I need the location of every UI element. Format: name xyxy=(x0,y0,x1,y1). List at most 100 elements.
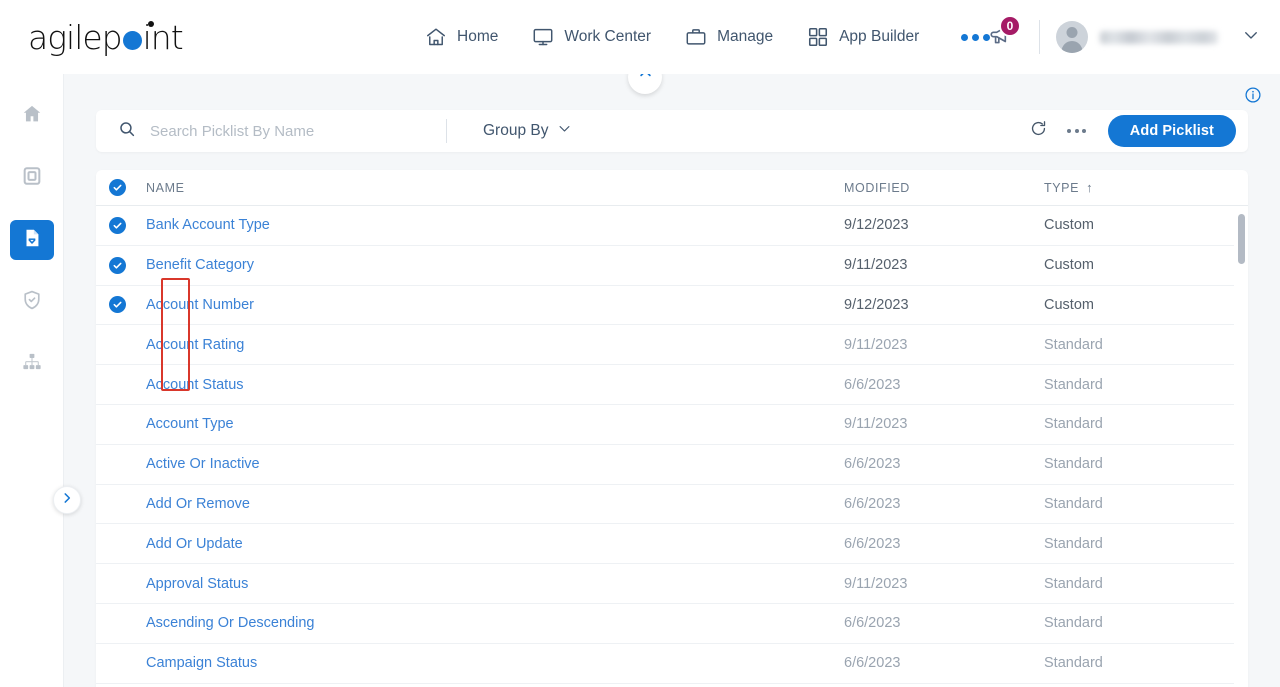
row-name-link[interactable]: Campaign Status xyxy=(138,655,844,671)
sidebar-item-data-entities[interactable] xyxy=(9,220,54,260)
search-input[interactable] xyxy=(150,122,420,140)
row-checkbox-cell xyxy=(96,216,138,234)
nav-label-work-center: Work Center xyxy=(564,28,652,45)
content-area: Group By Add Picklist xyxy=(64,60,1280,687)
left-rail xyxy=(0,74,64,687)
header-right-cluster: 0 xyxy=(979,0,1260,74)
sidebar-item-app[interactable] xyxy=(10,158,54,198)
row-type: Custom xyxy=(1044,217,1094,234)
row-checkbox-cell xyxy=(96,376,138,393)
table-row[interactable]: Account Rating 9/11/2023 Standard xyxy=(96,325,1248,366)
notification-badge: 0 xyxy=(999,15,1021,37)
table-row[interactable]: Add Or Update 6/6/2023 Standard xyxy=(96,524,1248,565)
grid-icon xyxy=(807,26,829,48)
row-type: Standard xyxy=(1044,535,1103,552)
row-checkbox[interactable] xyxy=(109,495,126,512)
column-header-type[interactable]: TYPE ↑ xyxy=(1044,180,1248,195)
group-by-label: Group By xyxy=(483,122,549,139)
nav-item-home[interactable]: Home xyxy=(425,26,498,48)
table-scrollbar[interactable] xyxy=(1234,206,1248,687)
user-menu-chevron-down-icon[interactable] xyxy=(1242,26,1260,49)
toolbar-more-button[interactable] xyxy=(1058,112,1096,150)
row-name-link[interactable]: Add Or Update xyxy=(138,536,844,552)
row-modified-date: 9/12/2023 xyxy=(844,217,909,234)
table-row[interactable]: Add Or Remove 6/6/2023 Standard xyxy=(96,485,1248,525)
row-type: Standard xyxy=(1044,336,1103,353)
row-modified-date: 9/11/2023 xyxy=(844,416,908,433)
row-name-link[interactable]: Ascending Or Descending xyxy=(138,615,844,631)
ellipsis-icon xyxy=(1067,129,1087,133)
row-name-link[interactable]: Account Rating xyxy=(138,337,844,353)
row-modified-date: 6/6/2023 xyxy=(844,535,901,552)
avatar[interactable] xyxy=(1056,21,1088,53)
logo-dot-icon xyxy=(122,20,154,50)
row-type: Standard xyxy=(1044,376,1103,393)
row-checkbox-cell xyxy=(96,575,138,592)
monitor-icon xyxy=(21,165,43,192)
expand-sidebar-button[interactable] xyxy=(53,486,81,514)
table-body: Bank Account Type 9/12/2023 Custom Benefit … xyxy=(96,206,1248,684)
sidebar-item-access[interactable] xyxy=(10,282,54,322)
row-name-link[interactable]: Bank Account Type xyxy=(138,217,844,233)
row-checkbox-cell xyxy=(96,495,138,512)
row-checkbox[interactable] xyxy=(109,376,126,393)
row-checkbox[interactable] xyxy=(108,216,126,234)
table-row[interactable]: Account Type 9/11/2023 Standard xyxy=(96,405,1248,445)
nav-label-home: Home xyxy=(457,28,499,45)
scrollbar-thumb[interactable] xyxy=(1238,214,1245,264)
row-checkbox-cell xyxy=(96,535,138,552)
row-checkbox[interactable] xyxy=(109,535,126,552)
add-picklist-button[interactable]: Add Picklist xyxy=(1107,115,1236,147)
agilepoint-logo[interactable]: agilep int xyxy=(28,18,184,57)
row-checkbox[interactable] xyxy=(109,336,126,353)
row-type: Custom xyxy=(1044,257,1094,274)
select-all-checkbox[interactable] xyxy=(108,179,126,196)
table-row[interactable]: Benefit Category 9/11/2023 Custom xyxy=(96,246,1248,286)
row-name-link[interactable]: Active Or Inactive xyxy=(138,456,844,472)
row-name-link[interactable]: Benefit Category xyxy=(138,257,844,273)
row-name-link[interactable]: Account Number xyxy=(138,297,844,313)
nav-item-work-center[interactable]: Work Center xyxy=(532,26,651,48)
row-modified-date: 6/6/2023 xyxy=(844,615,901,632)
row-checkbox[interactable] xyxy=(109,575,126,592)
table-row[interactable]: Bank Account Type 9/12/2023 Custom xyxy=(96,206,1248,246)
refresh-button[interactable] xyxy=(1020,112,1058,150)
row-type: Standard xyxy=(1044,615,1103,632)
row-checkbox[interactable] xyxy=(109,456,126,473)
row-name-link[interactable]: Approval Status xyxy=(138,576,844,592)
row-checkbox[interactable] xyxy=(108,256,126,274)
row-checkbox[interactable] xyxy=(109,615,126,632)
sidebar-item-home[interactable] xyxy=(10,96,54,136)
table-row[interactable]: Active Or Inactive 6/6/2023 Standard xyxy=(96,445,1248,485)
announcements-button[interactable]: 0 xyxy=(979,15,1023,59)
nav-item-manage[interactable]: Manage xyxy=(685,26,773,48)
nav-item-app-builder[interactable]: App Builder xyxy=(807,26,919,48)
row-name-link[interactable]: Account Type xyxy=(138,416,844,432)
row-checkbox[interactable] xyxy=(108,296,126,314)
group-by-dropdown[interactable]: Group By xyxy=(483,121,572,141)
table-header-row: NAME MODIFIED TYPE ↑ xyxy=(96,170,1248,206)
row-checkbox[interactable] xyxy=(109,655,126,672)
row-name-link[interactable]: Add Or Remove xyxy=(138,496,844,512)
row-checkbox[interactable] xyxy=(109,416,126,433)
row-checkbox-cell xyxy=(96,615,138,632)
main-navigation: Home Work Center Manage App Builder xyxy=(425,0,991,74)
row-name-link[interactable]: Account Status xyxy=(138,377,844,393)
toolbar-divider xyxy=(446,119,447,143)
table-row[interactable]: Account Status 6/6/2023 Standard xyxy=(96,365,1248,405)
username-label xyxy=(1100,30,1218,44)
table-row[interactable]: Ascending Or Descending 6/6/2023 Standard xyxy=(96,604,1248,644)
table-row[interactable]: Approval Status 9/11/2023 Standard xyxy=(96,564,1248,604)
document-check-icon xyxy=(21,227,43,254)
table-row[interactable]: Account Number 9/12/2023 Custom xyxy=(96,286,1248,326)
column-header-modified[interactable]: MODIFIED xyxy=(844,181,1044,195)
table-row[interactable]: Campaign Status 6/6/2023 Standard xyxy=(96,644,1248,684)
row-modified-date: 9/11/2023 xyxy=(844,257,908,274)
column-header-name[interactable]: NAME xyxy=(138,181,844,195)
home-icon xyxy=(21,103,43,130)
row-checkbox-cell xyxy=(96,416,138,433)
nav-label-manage: Manage xyxy=(717,28,774,45)
info-icon[interactable] xyxy=(1244,86,1262,109)
sidebar-item-org-chart[interactable] xyxy=(10,344,54,384)
row-modified-date: 9/12/2023 xyxy=(844,296,909,313)
